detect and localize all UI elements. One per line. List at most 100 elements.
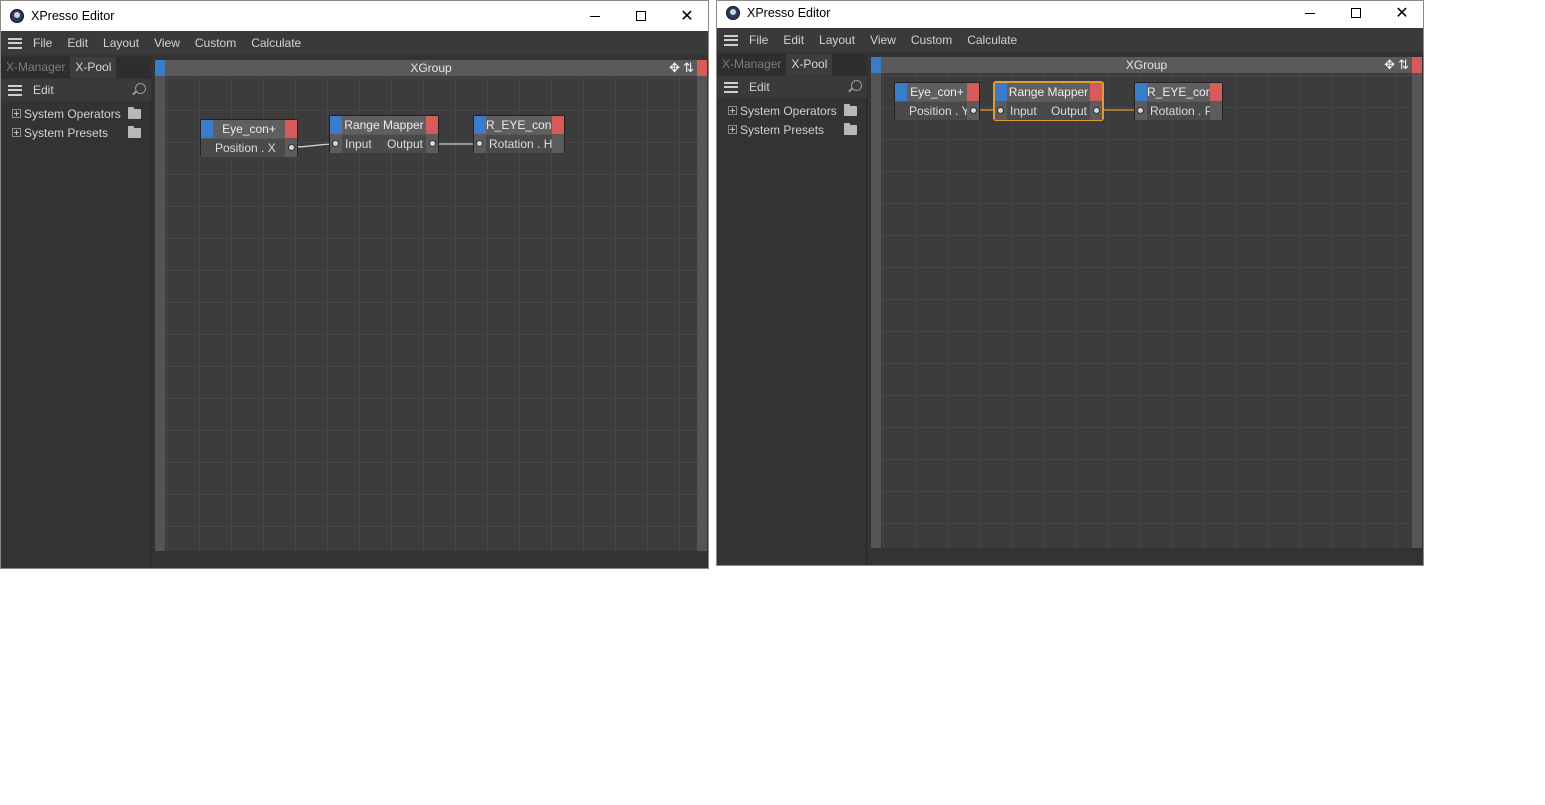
node-eye-con[interactable]: Eye_con+ Position . Y <box>894 82 980 120</box>
menu-layout[interactable]: Layout <box>819 33 855 47</box>
minimize-button[interactable] <box>1287 1 1333 28</box>
xgroup-title-bar[interactable]: XGroup ✥ ⇅ <box>871 57 1422 73</box>
maximize-button[interactable] <box>1333 1 1379 28</box>
input-port[interactable] <box>476 140 483 147</box>
menu-calculate[interactable]: Calculate <box>967 33 1017 47</box>
title-bar[interactable]: XPresso Editor ✕ <box>1 1 708 31</box>
tree-item-system-operators[interactable]: System Operators <box>1 105 151 124</box>
plus-box-icon[interactable] <box>728 106 737 115</box>
node-input-tab[interactable] <box>995 83 1007 101</box>
input-port[interactable] <box>1137 107 1144 114</box>
node-output-tab[interactable] <box>1090 83 1102 101</box>
menu-file[interactable]: File <box>33 36 52 50</box>
search-icon[interactable] <box>851 80 862 91</box>
input-port[interactable] <box>997 107 1004 114</box>
node-canvas[interactable]: Eye_con+ Position . Y Range Mapper Input… <box>881 73 1412 548</box>
tree-item-label: System Presets <box>24 126 109 140</box>
tree-item-label: System Presets <box>740 123 825 137</box>
minimize-icon <box>590 15 600 17</box>
menu-file[interactable]: File <box>749 33 768 47</box>
tab-x-manager[interactable]: X-Manager <box>717 54 786 75</box>
menu-edit[interactable]: Edit <box>67 36 88 50</box>
tab-x-pool[interactable]: X-Pool <box>786 54 833 75</box>
menu-view[interactable]: View <box>154 36 180 50</box>
hamburger-icon[interactable] <box>724 81 738 93</box>
minimize-button[interactable] <box>572 1 618 31</box>
close-button[interactable]: ✕ <box>1379 1 1423 28</box>
menu-custom[interactable]: Custom <box>911 33 952 47</box>
node-input-tab[interactable] <box>201 120 213 138</box>
sidebar-edit-menu[interactable]: Edit <box>749 80 770 94</box>
node-r-eye-con[interactable]: R_EYE_con+ Rotation . P <box>1134 82 1223 120</box>
xgroup-input-cap[interactable] <box>871 57 881 73</box>
port-label-input: Input <box>1010 104 1037 118</box>
minimize-icon <box>1305 12 1315 14</box>
output-port[interactable] <box>429 140 436 147</box>
node-output-tab[interactable] <box>426 116 438 134</box>
node-range-mapper[interactable]: Range Mapper Input Output <box>994 82 1103 120</box>
title-bar[interactable]: XPresso Editor ✕ <box>717 1 1423 28</box>
xgroup-input-cap[interactable] <box>155 60 165 76</box>
node-output-tab[interactable] <box>1210 83 1222 101</box>
sidebar-edit-menu[interactable]: Edit <box>33 83 54 97</box>
hamburger-icon[interactable] <box>8 37 22 49</box>
node-input-tab[interactable] <box>1135 83 1147 101</box>
output-port[interactable] <box>1093 107 1100 114</box>
xpool-sidebar: X-Manager X-Pool Edit System Operators S… <box>717 54 867 565</box>
hamburger-icon[interactable] <box>724 34 738 46</box>
menu-custom[interactable]: Custom <box>195 36 236 50</box>
node-input-tab[interactable] <box>474 116 486 134</box>
node-input-tab[interactable] <box>330 116 342 134</box>
menu-calculate[interactable]: Calculate <box>251 36 301 50</box>
output-port[interactable] <box>288 144 295 151</box>
close-icon: ✕ <box>1395 5 1409 22</box>
plus-box-icon[interactable] <box>728 125 737 134</box>
node-range-mapper[interactable]: Range Mapper Input Output <box>329 115 439 153</box>
output-port[interactable] <box>970 107 977 114</box>
node-eye-con[interactable]: Eye_con+ Position . X <box>200 119 298 157</box>
node-title: Range Mapper <box>344 118 424 132</box>
arrow-icon[interactable]: ⇅ <box>1398 58 1409 72</box>
search-icon[interactable] <box>135 83 146 94</box>
tab-x-manager[interactable]: X-Manager <box>1 57 70 78</box>
move-icon[interactable]: ✥ <box>1384 58 1395 72</box>
tree-item-system-presets[interactable]: System Presets <box>1 124 151 143</box>
move-icon[interactable]: ✥ <box>669 61 680 75</box>
menu-edit[interactable]: Edit <box>783 33 804 47</box>
port-label: Rotation . P <box>1150 104 1213 118</box>
port-label-output: Output <box>386 137 423 151</box>
close-button[interactable]: ✕ <box>664 1 708 31</box>
node-title: R_EYE_con+ <box>486 118 559 132</box>
tree-item-system-presets[interactable]: System Presets <box>717 121 867 140</box>
wires-layer <box>978 109 1137 111</box>
window-title: XPresso Editor <box>747 6 831 20</box>
xgroup-panel: XGroup ✥ ⇅ Eye_con+ Position . X Range M… <box>155 60 707 551</box>
input-port[interactable] <box>332 140 339 147</box>
arrow-icon[interactable]: ⇅ <box>683 61 694 75</box>
folder-icon <box>844 104 857 116</box>
node-output-tab[interactable] <box>967 83 979 101</box>
maximize-button[interactable] <box>618 1 664 31</box>
node-output-tab[interactable] <box>552 116 564 134</box>
node-title: R_EYE_con+ <box>1147 85 1220 99</box>
menu-bar: File Edit Layout View Custom Calculate <box>1 31 708 55</box>
plus-box-icon[interactable] <box>12 128 21 137</box>
xgroup-output-cap[interactable] <box>697 60 707 76</box>
xgroup-title-bar[interactable]: XGroup ✥ ⇅ <box>155 60 707 76</box>
port-label: Rotation . H <box>489 137 553 151</box>
tab-x-pool[interactable]: X-Pool <box>70 57 117 78</box>
hamburger-icon[interactable] <box>8 84 22 96</box>
node-canvas[interactable]: Eye_con+ Position . X Range Mapper Input… <box>165 76 697 551</box>
tree-item-system-operators[interactable]: System Operators <box>717 102 867 121</box>
xgroup-output-cap[interactable] <box>1412 57 1422 73</box>
node-r-eye-con[interactable]: R_EYE_con+ Rotation . H <box>473 115 565 153</box>
xpool-tree: System Operators System Presets <box>717 102 867 140</box>
node-input-tab[interactable] <box>895 83 907 101</box>
xgroup-input-strip <box>871 73 881 548</box>
menu-layout[interactable]: Layout <box>103 36 139 50</box>
sidebar-tabs: X-Manager X-Pool <box>717 54 867 75</box>
tree-item-label: System Operators <box>24 107 121 121</box>
node-output-tab[interactable] <box>285 120 297 138</box>
plus-box-icon[interactable] <box>12 109 21 118</box>
menu-view[interactable]: View <box>870 33 896 47</box>
